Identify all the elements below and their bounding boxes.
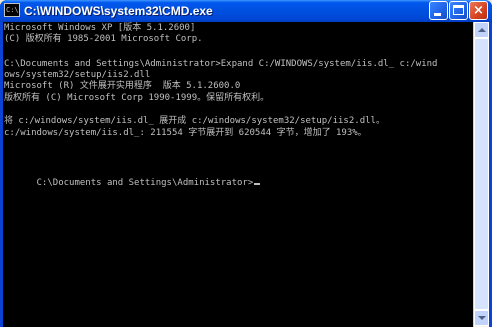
console-line: c:/windows/system/iis.dl_: 211554 字节展开到 …	[4, 128, 367, 138]
console-output[interactable]: Microsoft Windows XP [版本 5.1.2600] (C) 版…	[3, 22, 473, 327]
scroll-down-arrow-icon	[478, 316, 486, 320]
text-cursor	[254, 183, 261, 185]
console-line: Microsoft Windows XP [版本 5.1.2600]	[4, 23, 196, 33]
console-line: C:\Documents and Settings\Administrator>…	[4, 59, 438, 69]
vertical-scrollbar[interactable]	[473, 22, 489, 327]
console-app-icon[interactable]: C:\	[4, 3, 20, 17]
window-title: C:\WINDOWS\system32\CMD.exe	[24, 4, 213, 18]
console-line: Microsoft (R) 文件展开实用程序 版本 5.1.2600.0	[4, 81, 241, 91]
scroll-up-button[interactable]	[474, 22, 489, 38]
console-prompt: C:\Documents and Settings\Administrator>	[36, 178, 254, 188]
console-prompt-line[interactable]: C:\Documents and Settings\Administrator>	[4, 167, 261, 188]
maximize-button[interactable]	[449, 1, 468, 20]
console-line: 版权所有 (C) Microsoft Corp 1990-1999。保留所有权利…	[4, 93, 270, 103]
maximize-icon	[453, 5, 464, 15]
console-line: (C) 版权所有 1985-2001 Microsoft Corp.	[4, 34, 203, 44]
scroll-down-button[interactable]	[474, 310, 489, 326]
minimize-button[interactable]	[429, 1, 448, 20]
minimize-icon	[434, 13, 441, 16]
close-icon: ×	[473, 3, 484, 18]
console-line: 将 c:/windows/system/iis.dl_ 展开成 c:/windo…	[4, 116, 385, 126]
title-bar[interactable]: C:\ C:\WINDOWS\system32\CMD.exe ×	[0, 0, 492, 22]
close-button[interactable]: ×	[469, 1, 488, 20]
cmd-window: C:\ C:\WINDOWS\system32\CMD.exe × Micros…	[0, 0, 492, 327]
console-line: ows/system32/setup/iis2.dll	[4, 70, 151, 80]
scrollbar-thumb[interactable]	[474, 38, 489, 310]
scroll-up-arrow-icon	[478, 28, 486, 32]
